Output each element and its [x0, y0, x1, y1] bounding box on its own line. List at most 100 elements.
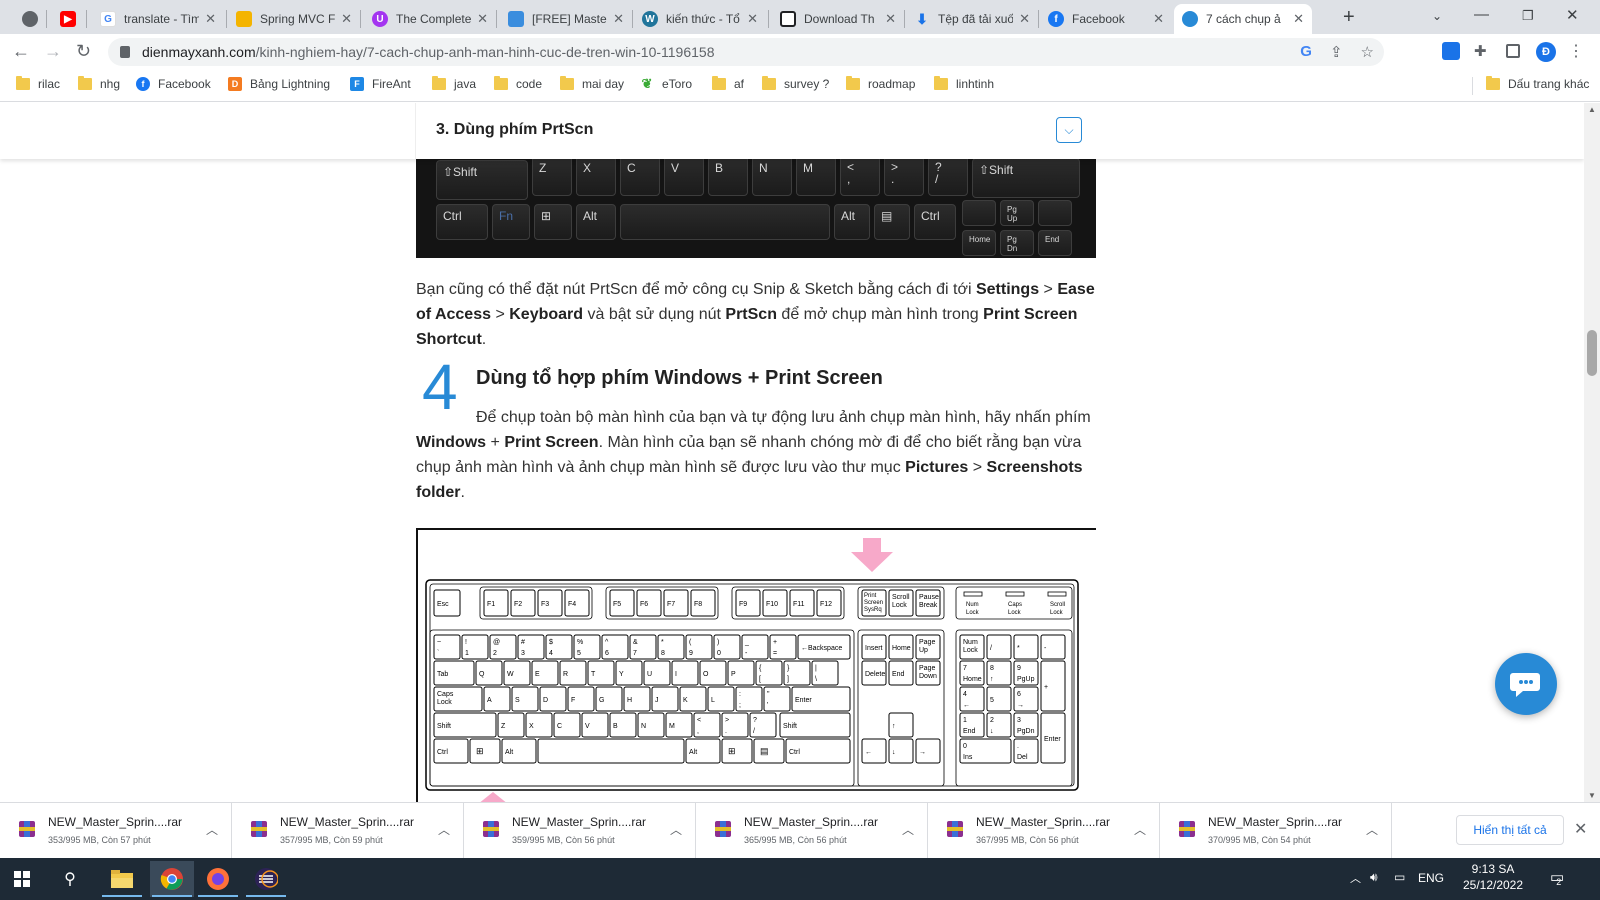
download-item[interactable]: NEW_Master_Sprin....rar 365/995 MB, Còn …	[696, 803, 928, 859]
chat-button[interactable]	[1495, 653, 1557, 715]
menu-icon[interactable]: ⋮	[1568, 41, 1584, 61]
bookmark-nhg[interactable]: nhg	[78, 76, 120, 91]
download-shelf: NEW_Master_Sprin....rar 353/995 MB, Còn …	[0, 802, 1600, 859]
bookmark-code[interactable]: code	[494, 76, 542, 91]
eclipse-icon[interactable]	[244, 861, 288, 897]
google-translate-icon[interactable]: G	[1300, 43, 1312, 61]
tab-2[interactable]: ▶	[52, 4, 84, 34]
key-label: End	[963, 728, 976, 735]
share-icon[interactable]: ⇪	[1330, 43, 1343, 61]
chevron-up-icon[interactable]: ︿	[1366, 821, 1378, 838]
address-bar[interactable]: dienmayxanh.com/kinh-nghiem-hay/7-cach-c…	[108, 38, 1384, 66]
chevron-up-icon[interactable]: ︿	[206, 821, 218, 838]
chevron-up-icon[interactable]: ︿	[670, 821, 682, 838]
chevron-up-icon[interactable]: ︿	[1134, 821, 1146, 838]
close-icon[interactable]: ✕	[477, 11, 488, 27]
chevron-down-icon[interactable]: ⌵	[1056, 117, 1082, 143]
archive-icon	[712, 818, 734, 840]
restore-button[interactable]: ❐	[1522, 8, 1534, 24]
key-label: 9	[1017, 665, 1021, 672]
minimize-button[interactable]: —	[1474, 6, 1489, 23]
forward-button[interactable]: →	[44, 41, 62, 62]
language-indicator[interactable]: ENG	[1418, 871, 1444, 885]
bookmark-linhtinh[interactable]: linhtinh	[934, 76, 994, 91]
tab-6[interactable]: [FREE] Master ✕	[500, 4, 632, 34]
key-label: 4	[963, 691, 967, 698]
puzzle-icon[interactable]: ✚	[1474, 42, 1492, 60]
close-icon[interactable]: ✕	[885, 11, 896, 27]
bookmark-mai-day[interactable]: mai day	[560, 76, 624, 91]
download-item[interactable]: NEW_Master_Sprin....rar 359/995 MB, Còn …	[464, 803, 696, 859]
file-explorer-icon[interactable]	[100, 861, 144, 897]
volume-icon[interactable]: 🔊︎	[1370, 870, 1378, 885]
page-scrollbar[interactable]: ▲ ▼	[1584, 103, 1600, 802]
search-icon[interactable]: ⚲	[48, 861, 92, 897]
clock[interactable]: 9:13 SA 25/12/2022	[1458, 862, 1528, 892]
back-button[interactable]: ←	[12, 41, 30, 62]
key-label: A	[487, 697, 492, 704]
key-label: .	[1017, 743, 1019, 750]
close-icon[interactable]: ✕	[747, 11, 758, 27]
close-icon[interactable]: ✕	[1153, 11, 1164, 27]
bookmark-af[interactable]: af	[712, 76, 744, 91]
network-icon[interactable]: ▭	[1394, 870, 1405, 884]
toc-current-heading[interactable]: 3. Dùng phím PrtScn	[436, 121, 593, 139]
notification-icon[interactable]: ▭2	[1550, 868, 1564, 887]
close-icon[interactable]: ✕	[613, 11, 624, 27]
tab-8[interactable]: Download Th ✕	[772, 4, 904, 34]
para2-end: .	[460, 484, 465, 501]
download-item[interactable]: NEW_Master_Sprin....rar 353/995 MB, Còn …	[0, 803, 232, 859]
tab-search-icon[interactable]: ⌄	[1432, 9, 1442, 23]
download-item[interactable]: NEW_Master_Sprin....rar 367/995 MB, Còn …	[928, 803, 1160, 859]
reload-button[interactable]: ↻	[76, 41, 91, 62]
bookmark-java[interactable]: java	[432, 76, 476, 91]
bookmark-star-icon[interactable]: ☆	[1361, 43, 1374, 61]
tab-4[interactable]: Spring MVC Fr ✕	[228, 4, 360, 34]
tab-7[interactable]: W kiến thức - Tổ ✕	[634, 4, 766, 34]
extension-icon[interactable]	[1442, 42, 1460, 60]
tab-3[interactable]: G translate - Tìm ✕	[92, 4, 224, 34]
tab-5[interactable]: U The Complete ✕	[364, 4, 496, 34]
tab-10[interactable]: f Facebook ✕	[1040, 4, 1172, 34]
firefox-icon[interactable]	[196, 861, 240, 897]
scroll-up-arrow[interactable]: ▲	[1588, 105, 1596, 114]
bookmark-lightning[interactable]: D Bảng Lightning	[228, 77, 330, 91]
bookmark-etoro[interactable]: ❦ eToro	[640, 76, 692, 91]
avatar[interactable]: Đ	[1536, 42, 1556, 62]
close-window-button[interactable]: ✕	[1566, 6, 1579, 24]
close-icon[interactable]: ✕	[1574, 819, 1587, 839]
bookmark-fireant[interactable]: F FireAnt	[350, 77, 411, 91]
bookmark-rilac[interactable]: rilac	[16, 76, 60, 91]
tray-chevron-icon[interactable]: ︿	[1350, 870, 1361, 886]
chevron-up-icon[interactable]: ︿	[902, 821, 914, 838]
close-icon[interactable]: ✕	[1293, 11, 1304, 27]
lock-icon	[120, 46, 130, 58]
bookmark-other[interactable]: Dấu trang khác	[1486, 76, 1589, 91]
chevron-up-icon[interactable]: ︿	[438, 821, 450, 838]
download-status: 370/995 MB, Còn 54 phút	[1208, 835, 1311, 845]
key-label: Scroll	[1050, 602, 1065, 608]
tab-title: [FREE] Master	[532, 12, 608, 26]
bookmark-facebook[interactable]: f Facebook	[136, 77, 211, 91]
tab-1[interactable]	[14, 4, 44, 34]
tab-active[interactable]: 7 cách chụp ả ✕	[1174, 4, 1312, 34]
key-label: B	[613, 723, 618, 730]
side-panel-icon[interactable]	[1506, 44, 1520, 58]
tab-9[interactable]: ⬇ Tệp đã tải xuố ✕	[906, 4, 1038, 34]
download-item[interactable]: NEW_Master_Sprin....rar 357/995 MB, Còn …	[232, 803, 464, 859]
bookmark-roadmap[interactable]: roadmap	[846, 76, 915, 91]
close-icon[interactable]: ✕	[205, 11, 216, 27]
key-fn: Fn	[492, 204, 530, 240]
chrome-icon[interactable]	[150, 861, 194, 897]
windows-start-icon[interactable]	[0, 861, 44, 897]
show-all-downloads-button[interactable]: Hiển thị tất cả	[1456, 815, 1564, 845]
scroll-thumb[interactable]	[1587, 330, 1597, 376]
close-icon[interactable]: ✕	[1019, 11, 1030, 27]
scroll-down-arrow[interactable]: ▼	[1588, 791, 1596, 800]
bookmark-survey[interactable]: survey ?	[762, 76, 829, 91]
new-tab-button[interactable]: +	[1343, 6, 1355, 29]
key-label: :	[739, 691, 741, 698]
close-icon[interactable]: ✕	[341, 11, 352, 27]
key-label: 2	[493, 650, 497, 657]
download-item[interactable]: NEW_Master_Sprin....rar 370/995 MB, Còn …	[1160, 803, 1392, 859]
